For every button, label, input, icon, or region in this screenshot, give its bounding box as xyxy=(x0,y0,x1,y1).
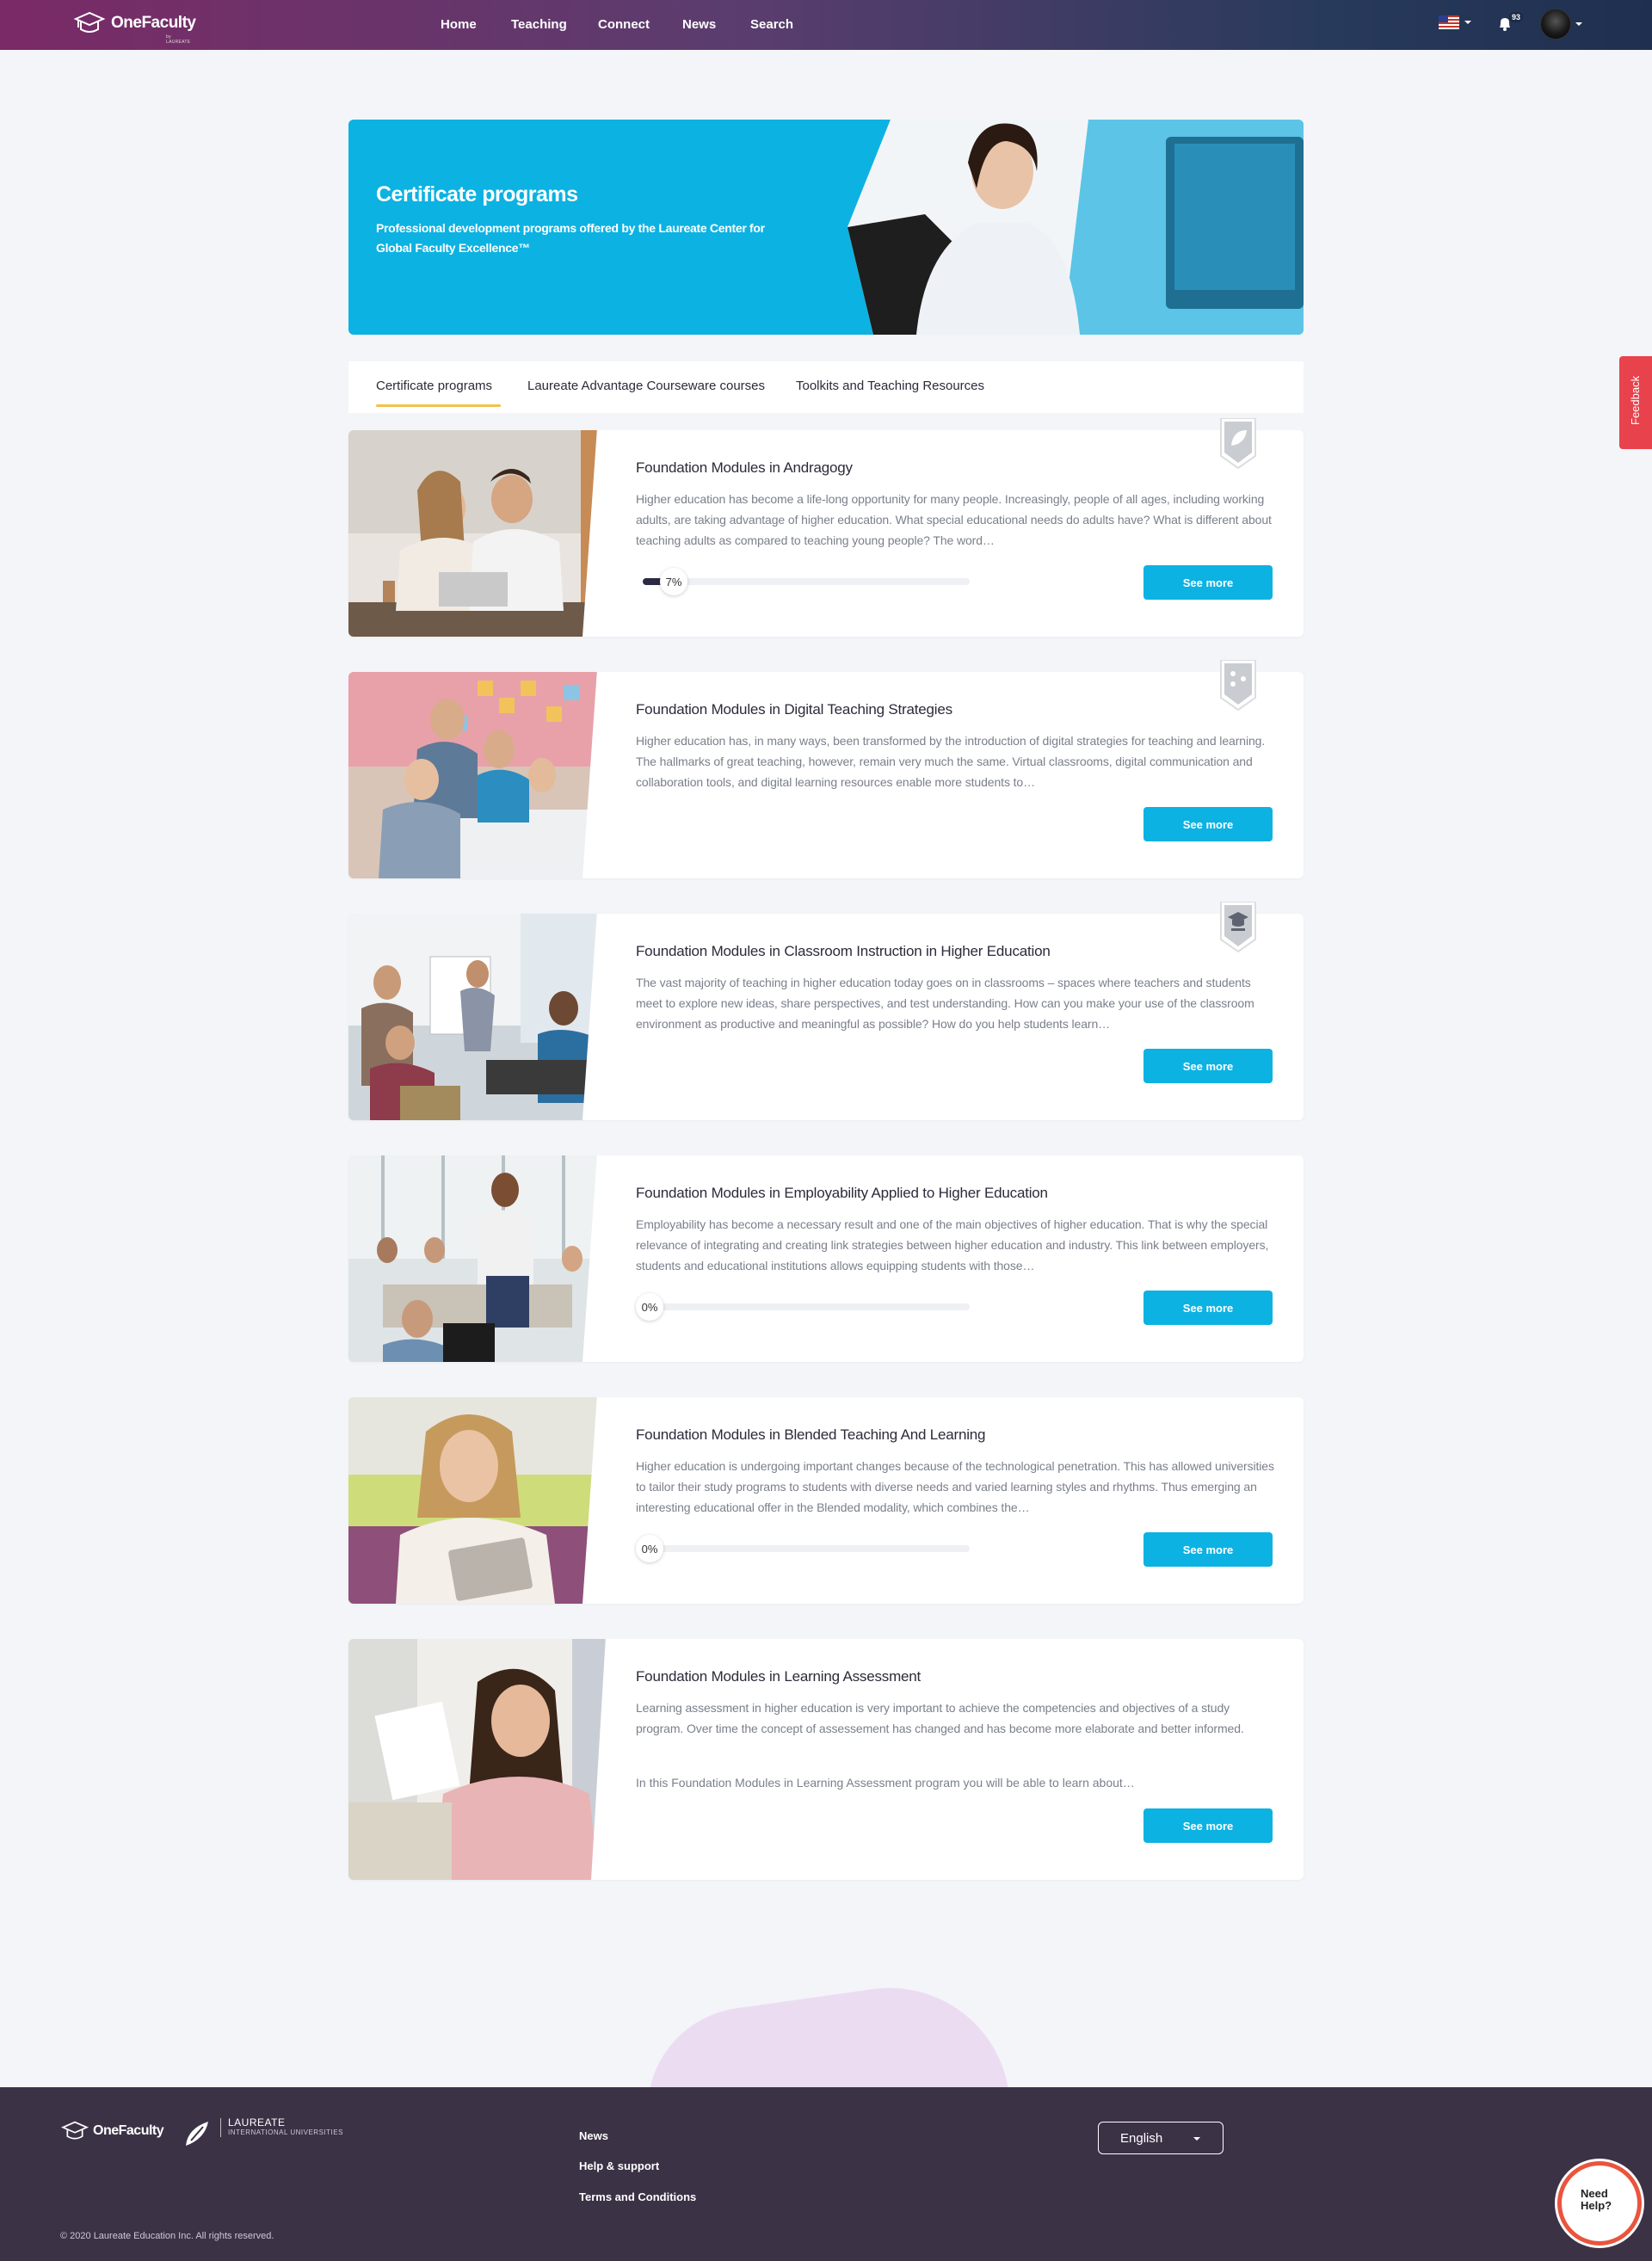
network-badge-icon xyxy=(1220,660,1256,712)
us-flag-icon[interactable] xyxy=(1439,15,1459,29)
footer-link-help-support[interactable]: Help & support xyxy=(579,2159,659,2172)
notification-badge: 93 xyxy=(1509,12,1524,22)
see-more-button[interactable]: See more xyxy=(1143,1291,1273,1325)
program-card-employability: Foundation Modules in Employability Appl… xyxy=(348,1155,1304,1362)
footer-link-terms[interactable]: Terms and Conditions xyxy=(579,2190,696,2203)
program-card-classroom-instruction: Foundation Modules in Classroom Instruct… xyxy=(348,902,1304,1120)
card-description: Learning assessment in higher education … xyxy=(636,1701,1244,1735)
footer-brand-name: OneFaculty xyxy=(93,2123,164,2138)
language-select[interactable]: English xyxy=(1098,2122,1224,2154)
brand-sub: by LAUREATE xyxy=(166,34,191,45)
hero-photo xyxy=(848,120,1304,335)
footer: OneFaculty LAUREATE INTERNATIONAL UNIVER… xyxy=(0,2087,1652,2261)
see-more-button[interactable]: See more xyxy=(1143,1808,1273,1843)
brand-name: OneFaculty xyxy=(111,14,196,32)
see-more-button[interactable]: See more xyxy=(1143,1049,1273,1083)
chevron-down-icon xyxy=(1193,2137,1200,2141)
graduation-cap-icon xyxy=(60,2121,89,2140)
card-image xyxy=(348,1155,607,1362)
feedback-tab[interactable]: Feedback xyxy=(1619,356,1652,449)
nav-connect[interactable]: Connect xyxy=(598,17,650,32)
copyright: © 2020 Laureate Education Inc. All right… xyxy=(60,2231,274,2241)
laureate-name: LAUREATE xyxy=(228,2116,286,2129)
card-image xyxy=(348,914,607,1120)
graduation-cap-icon xyxy=(73,11,106,33)
onefaculty-logo[interactable]: OneFaculty by LAUREATE xyxy=(73,10,196,45)
page-title: Certificate programs xyxy=(376,182,578,206)
laureate-sub: INTERNATIONAL UNIVERSITIES xyxy=(228,2129,343,2136)
card-description: Employability has become a necessary res… xyxy=(636,1217,1269,1272)
need-help-button[interactable]: Need Help? xyxy=(1557,2161,1642,2246)
card-image xyxy=(348,430,607,637)
card-description: Higher education has, in many ways, been… xyxy=(636,734,1266,789)
tab-laureate-advantage-courseware[interactable]: Laureate Advantage Courseware courses xyxy=(527,379,765,393)
card-title[interactable]: Foundation Modules in Digital Teaching S… xyxy=(636,701,952,718)
progress-bar: 7% xyxy=(643,568,970,595)
see-more-button[interactable]: See more xyxy=(1143,565,1273,600)
program-card-blended-teaching: Foundation Modules in Blended Teaching A… xyxy=(348,1397,1304,1604)
need-help-label: Need Help? xyxy=(1581,2187,1612,2212)
card-description: Higher education is undergoing important… xyxy=(636,1459,1274,1514)
see-more-button[interactable]: See more xyxy=(1143,807,1273,841)
card-description-extra: In this Foundation Modules in Learning A… xyxy=(636,1776,1135,1790)
language-caret-icon[interactable] xyxy=(1464,21,1471,24)
program-card-andragogy: Foundation Modules in Andragogy Higher e… xyxy=(348,418,1304,637)
feedback-label: Feedback xyxy=(1629,375,1642,425)
card-title[interactable]: Foundation Modules in Blended Teaching A… xyxy=(636,1426,986,1444)
active-tab-indicator xyxy=(376,404,501,407)
laureate-leaf-icon xyxy=(186,2122,208,2146)
program-tabs: Certificate programs Laureate Advantage … xyxy=(348,361,1304,413)
program-card-learning-assessment: Foundation Modules in Learning Assessmen… xyxy=(348,1639,1304,1880)
progress-percent: 7% xyxy=(660,568,687,595)
progress-bar: 0% xyxy=(636,1535,970,1562)
card-image xyxy=(348,672,607,878)
leaf-badge-icon xyxy=(1220,418,1256,470)
progress-percent: 0% xyxy=(636,1535,663,1562)
language-value: English xyxy=(1120,2131,1163,2146)
user-menu-caret-icon[interactable] xyxy=(1575,22,1582,26)
tab-certificate-programs[interactable]: Certificate programs xyxy=(376,379,492,393)
card-description: The vast majority of teaching in higher … xyxy=(636,976,1254,1031)
card-title[interactable]: Foundation Modules in Learning Assessmen… xyxy=(636,1668,921,1685)
nav-news[interactable]: News xyxy=(682,17,716,32)
footer-link-news[interactable]: News xyxy=(579,2129,608,2142)
progress-percent: 0% xyxy=(636,1293,663,1321)
progress-bar: 0% xyxy=(636,1293,970,1321)
card-title[interactable]: Foundation Modules in Classroom Instruct… xyxy=(636,943,1051,960)
card-title[interactable]: Foundation Modules in Employability Appl… xyxy=(636,1185,1048,1202)
see-more-button[interactable]: See more xyxy=(1143,1532,1273,1567)
program-card-digital-teaching: Foundation Modules in Digital Teaching S… xyxy=(348,660,1304,878)
page-subtitle: Professional development programs offere… xyxy=(376,221,765,255)
laureate-logo-text: LAUREATE INTERNATIONAL UNIVERSITIES xyxy=(220,2116,343,2137)
card-title[interactable]: Foundation Modules in Andragogy xyxy=(636,459,853,477)
card-image xyxy=(348,1397,607,1604)
footer-onefaculty-logo[interactable]: OneFaculty xyxy=(60,2120,164,2142)
top-nav: OneFaculty by LAUREATE Home Teaching Con… xyxy=(0,0,1652,50)
nav-home[interactable]: Home xyxy=(441,17,477,32)
hero-banner: Certificate programs Professional develo… xyxy=(348,120,1304,335)
tab-toolkits-resources[interactable]: Toolkits and Teaching Resources xyxy=(796,379,984,393)
card-description: Higher education has become a life-long … xyxy=(636,492,1272,547)
nav-search[interactable]: Search xyxy=(750,17,793,32)
nav-teaching[interactable]: Teaching xyxy=(511,17,567,32)
user-avatar[interactable] xyxy=(1540,9,1571,40)
graduation-badge-icon xyxy=(1220,902,1256,953)
card-image xyxy=(348,1639,615,1880)
